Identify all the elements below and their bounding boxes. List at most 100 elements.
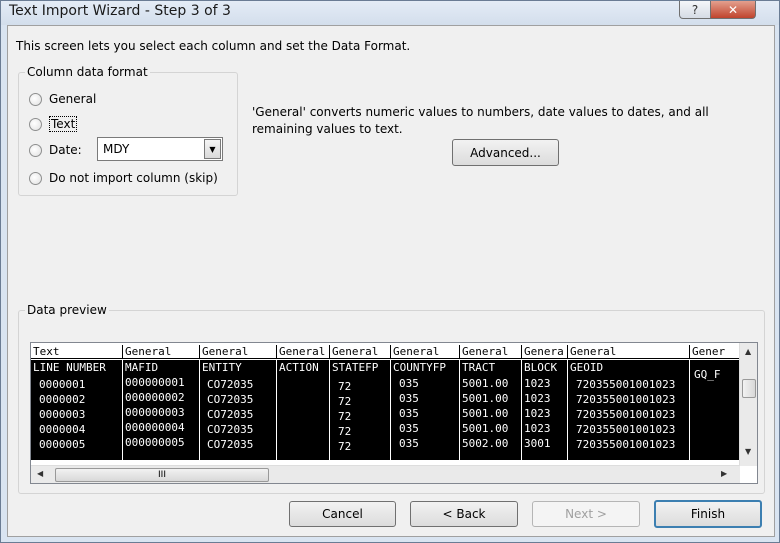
- chevron-down-icon[interactable]: ▼: [204, 139, 221, 159]
- preview-cell: 1023: [524, 407, 551, 420]
- column-data-format-legend: Column data format: [25, 65, 150, 79]
- window-title: Text Import Wizard - Step 3 of 3: [9, 3, 231, 19]
- date-format-value: MDY: [103, 142, 130, 156]
- preview-cell: 5002.00: [462, 437, 509, 450]
- column-type-header[interactable]: General: [330, 345, 391, 359]
- format-description: 'General' converts numeric values to num…: [252, 105, 709, 136]
- preview-cell: CO72035: [207, 393, 254, 406]
- preview-cell: 000000004: [125, 421, 185, 434]
- finish-button[interactable]: Finish: [654, 500, 762, 528]
- preview-cell: 1023: [524, 392, 551, 405]
- help-button[interactable]: ?: [679, 1, 711, 19]
- preview-cell: 000000002: [125, 391, 185, 404]
- preview-cell: 72: [338, 425, 352, 438]
- column-type-header[interactable]: General: [391, 345, 460, 359]
- preview-cell: 0000005: [39, 438, 86, 451]
- preview-cell: TRACT: [462, 361, 496, 374]
- preview-cell: 5001.00: [462, 377, 509, 390]
- preview-cell: 720355001001023: [576, 393, 676, 406]
- preview-cell: ENTITY: [202, 361, 242, 374]
- radio-button-icon[interactable]: [29, 117, 42, 131]
- preview-cell: 035: [399, 407, 419, 420]
- preview-cell: 035: [399, 437, 419, 450]
- preview-cell: 035: [399, 392, 419, 405]
- next-button[interactable]: Next >: [532, 501, 640, 527]
- radio-general-label: General: [49, 92, 97, 106]
- scroll-grip-icon: III: [158, 470, 166, 480]
- close-icon: ✕: [727, 2, 739, 17]
- radio-button-icon[interactable]: [29, 92, 42, 106]
- cancel-button-label: Cancel: [322, 507, 363, 521]
- preview-cell: 000000003: [125, 406, 185, 419]
- preview-cell: STATEFP: [332, 361, 379, 374]
- data-preview-grid[interactable]: Text General General General General Gen…: [30, 342, 758, 484]
- preview-cell: GQ_F: [694, 368, 721, 381]
- preview-cell: 720355001001023: [576, 423, 676, 436]
- preview-cell: 0000002: [39, 393, 86, 406]
- radio-button-icon[interactable]: [29, 143, 42, 157]
- radio-button-icon[interactable]: [29, 171, 42, 185]
- preview-cell: GEOID: [570, 361, 604, 374]
- preview-cell: 720355001001023: [576, 438, 676, 451]
- scroll-right-icon[interactable]: ▶: [721, 469, 727, 478]
- column-type-header[interactable]: General: [200, 345, 277, 359]
- advanced-button[interactable]: Advanced...: [452, 139, 559, 166]
- preview-cell: 5001.00: [462, 407, 509, 420]
- next-button-label: Next >: [565, 507, 607, 521]
- preview-cell: 720355001001023: [576, 378, 676, 391]
- back-button-label: < Back: [442, 507, 486, 521]
- back-button[interactable]: < Back: [410, 501, 518, 527]
- preview-cell: 720355001001023: [576, 408, 676, 421]
- preview-cell: 0000001: [39, 378, 86, 391]
- close-button[interactable]: ✕: [710, 1, 756, 19]
- horizontal-scroll-thumb[interactable]: III: [55, 468, 269, 482]
- intro-text: This screen lets you select each column …: [16, 39, 411, 53]
- data-preview-legend: Data preview: [25, 303, 109, 317]
- preview-cell: ACTION: [279, 361, 319, 374]
- preview-column[interactable]: [277, 360, 330, 460]
- preview-cell: 72: [338, 395, 352, 408]
- preview-cell: 5001.00: [462, 392, 509, 405]
- preview-cell: 0000004: [39, 423, 86, 436]
- preview-cell: 035: [399, 422, 419, 435]
- preview-cell: 3001: [524, 437, 551, 450]
- radio-text[interactable]: Text: [29, 116, 78, 132]
- preview-cell: 035: [399, 377, 419, 390]
- finish-button-label: Finish: [690, 507, 726, 521]
- preview-cell: 1023: [524, 377, 551, 390]
- preview-cell: 72: [338, 410, 352, 423]
- preview-cell: CO72035: [207, 423, 254, 436]
- preview-cell: 72: [338, 380, 352, 393]
- preview-cell: LINE NUMBER: [33, 361, 106, 374]
- radio-skip-label: Do not import column (skip): [49, 171, 218, 185]
- preview-cell: BLOCK: [524, 361, 558, 374]
- scroll-left-icon[interactable]: ◀: [37, 469, 43, 478]
- preview-cell: 000000005: [125, 436, 185, 449]
- scroll-up-icon[interactable]: ▲: [745, 347, 751, 356]
- radio-date[interactable]: Date:: [29, 143, 82, 157]
- date-format-select[interactable]: MDY ▼: [97, 137, 223, 161]
- column-type-header[interactable]: General: [277, 345, 330, 359]
- preview-cell: 000000001: [125, 376, 185, 389]
- radio-skip[interactable]: Do not import column (skip): [29, 171, 218, 185]
- text-import-wizard-window: Text Import Wizard - Step 3 of 3 ? ✕ Thi…: [0, 0, 780, 543]
- column-type-header[interactable]: Genera: [522, 345, 568, 359]
- radio-general[interactable]: General: [29, 92, 96, 106]
- column-type-header[interactable]: General: [123, 345, 200, 359]
- dialog-body: This screen lets you select each column …: [7, 25, 775, 537]
- preview-cell: CO72035: [207, 408, 254, 421]
- column-type-header[interactable]: Gener: [690, 345, 740, 359]
- preview-cell: 0000003: [39, 408, 86, 421]
- column-type-header[interactable]: Text: [31, 345, 123, 359]
- preview-cell: MAFID: [125, 361, 159, 374]
- preview-vertical-scrollbar[interactable]: ▲ ▼: [739, 343, 757, 466]
- scroll-down-icon[interactable]: ▼: [745, 447, 751, 456]
- preview-horizontal-scrollbar[interactable]: ◀ III ▶: [31, 465, 740, 483]
- preview-cell: COUNTYFP: [393, 361, 446, 374]
- preview-cell: CO72035: [207, 378, 254, 391]
- cancel-button[interactable]: Cancel: [289, 501, 396, 527]
- column-data-format-group: Column data format General Text Date: Do…: [18, 65, 238, 196]
- column-type-header[interactable]: General: [568, 345, 690, 359]
- column-type-header[interactable]: General: [460, 345, 522, 359]
- vertical-scroll-thumb[interactable]: [742, 379, 756, 398]
